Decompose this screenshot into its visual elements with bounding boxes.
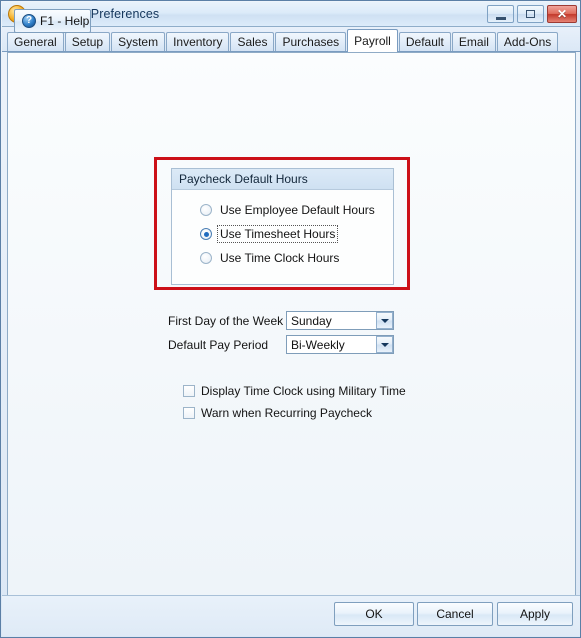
radio-label-time-clock-hours: Use Time Clock Hours — [220, 251, 340, 265]
paycheck-default-hours-groupbox: Paycheck Default Hours Use Employee Defa… — [171, 168, 394, 285]
combo-value-default-pay-period: Bi-Weekly — [291, 337, 345, 352]
help-icon: ? — [22, 14, 36, 28]
tab-add-ons[interactable]: Add-Ons — [496, 32, 559, 51]
maximize-icon — [526, 10, 535, 18]
radio-time-clock-hours[interactable] — [200, 252, 212, 264]
close-button[interactable]: ✕ — [547, 5, 577, 23]
close-icon: ✕ — [556, 7, 568, 21]
chevron-down-icon[interactable] — [376, 312, 393, 329]
label-first-day-of-week: First Day of the Week — [168, 313, 284, 328]
radio-row-timesheet-hours[interactable]: Use Timesheet Hours — [172, 222, 393, 246]
window-controls: ✕ — [487, 5, 577, 23]
label-default-pay-period: Default Pay Period — [168, 337, 269, 352]
tab-inventory[interactable]: Inventory — [166, 32, 230, 51]
groupbox-title: Paycheck Default Hours — [172, 169, 393, 190]
minimize-button[interactable] — [487, 5, 514, 23]
checkbox-row-military-time[interactable]: Display Time Clock using Military Time — [183, 384, 406, 398]
dialog-footer — [2, 595, 580, 636]
combo-default-pay-period[interactable]: Bi-Weekly — [286, 335, 394, 354]
checkbox-military-time[interactable] — [183, 385, 195, 397]
cancel-button[interactable]: Cancel — [417, 602, 493, 626]
ok-button[interactable]: OK — [334, 602, 414, 626]
company-preferences-window: Company Preferences ✕ General Setup Syst… — [0, 0, 581, 638]
apply-button[interactable]: Apply — [497, 602, 573, 626]
help-button-label: F1 - Help — [40, 14, 90, 28]
groupbox-body: Use Employee Default Hours Use Timesheet… — [172, 190, 393, 270]
field-row-default-pay-period: Default Pay Period Bi-Weekly — [168, 335, 394, 354]
radio-label-employee-default-hours: Use Employee Default Hours — [220, 203, 375, 217]
tab-system[interactable]: System — [111, 32, 166, 51]
maximize-button[interactable] — [517, 5, 544, 23]
chevron-down-icon[interactable] — [376, 336, 393, 353]
radio-timesheet-hours[interactable] — [200, 228, 212, 240]
help-button[interactable]: ? F1 - Help — [14, 9, 91, 33]
checkbox-warn-recurring-paycheck[interactable] — [183, 407, 195, 419]
combo-first-day-of-week[interactable]: Sunday — [286, 311, 394, 330]
checkbox-row-warn-recurring-paycheck[interactable]: Warn when Recurring Paycheck — [183, 406, 372, 420]
checkbox-label-military-time: Display Time Clock using Military Time — [201, 384, 406, 398]
combo-value-first-day-of-week: Sunday — [291, 313, 332, 328]
checkbox-label-warn-recurring-paycheck: Warn when Recurring Paycheck — [201, 406, 372, 420]
radio-row-employee-default-hours[interactable]: Use Employee Default Hours — [172, 198, 393, 222]
tab-general[interactable]: General — [7, 32, 64, 51]
radio-label-timesheet-hours: Use Timesheet Hours — [216, 225, 339, 243]
tab-sales[interactable]: Sales — [230, 32, 275, 51]
radio-employee-default-hours[interactable] — [200, 204, 212, 216]
tab-setup[interactable]: Setup — [64, 32, 111, 51]
tab-email[interactable]: Email — [451, 32, 496, 51]
tab-default[interactable]: Default — [398, 32, 451, 51]
radio-row-time-clock-hours[interactable]: Use Time Clock Hours — [172, 246, 393, 270]
tab-payroll[interactable]: Payroll — [347, 29, 398, 52]
tab-purchases[interactable]: Purchases — [275, 32, 347, 51]
field-row-first-day-of-week: First Day of the Week Sunday — [168, 311, 394, 330]
minimize-icon — [495, 14, 506, 20]
